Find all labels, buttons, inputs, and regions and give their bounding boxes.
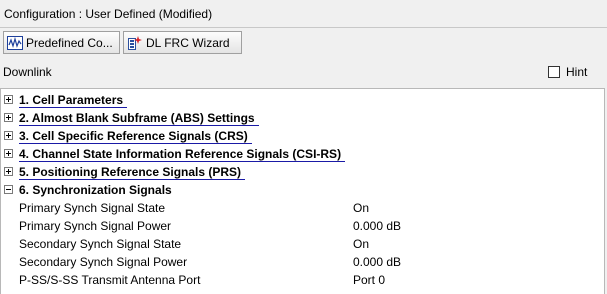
configuration-bar: Configuration : User Defined (Modified) bbox=[0, 0, 607, 28]
category-label: 1. Cell Parameters bbox=[19, 93, 128, 108]
property-name: Secondary Synch Signal Power bbox=[19, 255, 188, 269]
hint-toggle[interactable]: Hint bbox=[548, 65, 587, 79]
wizard-icon bbox=[127, 35, 143, 51]
dl-frc-wizard-label: DL FRC Wizard bbox=[146, 35, 230, 50]
property-grid: 1. Cell Parameters 2. Almost Blank Subfr… bbox=[0, 88, 605, 294]
collapse-icon[interactable] bbox=[4, 185, 13, 194]
property-name: Secondary Synch Signal State bbox=[19, 237, 182, 251]
category-label: 2. Almost Blank Subframe (ABS) Settings bbox=[19, 111, 259, 126]
downlink-label: Downlink bbox=[3, 65, 52, 79]
category-label: 5. Positioning Reference Signals (PRS) bbox=[19, 165, 246, 180]
configuration-title: Configuration : User Defined (Modified) bbox=[4, 7, 213, 21]
property-value[interactable]: Port 0 bbox=[353, 273, 385, 287]
property-value[interactable]: 0.000 dB bbox=[353, 255, 401, 269]
category-row-abs-settings[interactable]: 2. Almost Blank Subframe (ABS) Settings bbox=[1, 109, 604, 127]
property-value[interactable]: 0.000 dB bbox=[353, 219, 401, 233]
property-value[interactable]: On bbox=[353, 237, 369, 251]
property-row[interactable]: P-SS/S-SS Transmit Antenna Port Port 0 bbox=[1, 271, 604, 289]
waveform-icon bbox=[7, 35, 23, 51]
toolbar: Predefined Co... DL FRC Wizard bbox=[0, 30, 607, 56]
hint-label: Hint bbox=[566, 65, 588, 79]
property-name: P-SS/S-SS Transmit Antenna Port bbox=[19, 273, 201, 287]
expand-icon[interactable] bbox=[4, 149, 13, 158]
category-label: 6. Synchronization Signals bbox=[19, 183, 172, 197]
category-row-prs[interactable]: 5. Positioning Reference Signals (PRS) bbox=[1, 163, 604, 181]
expand-icon[interactable] bbox=[4, 167, 13, 176]
expand-icon[interactable] bbox=[4, 131, 13, 140]
property-row[interactable]: Primary Synch Signal State On bbox=[1, 199, 604, 217]
property-name: Primary Synch Signal State bbox=[19, 201, 166, 215]
property-row[interactable]: Secondary Synch Signal Power 0.000 dB bbox=[1, 253, 604, 271]
dl-frc-wizard-button[interactable]: DL FRC Wizard bbox=[123, 31, 242, 54]
category-label: 3. Cell Specific Reference Signals (CRS) bbox=[19, 129, 252, 144]
expand-icon[interactable] bbox=[4, 95, 13, 104]
category-label: 4. Channel State Information Reference S… bbox=[19, 147, 346, 162]
property-row[interactable]: Secondary Synch Signal State On bbox=[1, 235, 604, 253]
category-row-synchronization-signals[interactable]: 6. Synchronization Signals bbox=[1, 181, 604, 199]
property-value[interactable]: On bbox=[353, 201, 369, 215]
category-row-crs[interactable]: 3. Cell Specific Reference Signals (CRS) bbox=[1, 127, 604, 145]
panel-header: Downlink Hint bbox=[0, 60, 607, 84]
expand-icon[interactable] bbox=[4, 113, 13, 122]
property-row[interactable]: Primary Synch Signal Power 0.000 dB bbox=[1, 217, 604, 235]
category-row-cell-parameters[interactable]: 1. Cell Parameters bbox=[1, 91, 604, 109]
predefined-configuration-button[interactable]: Predefined Co... bbox=[3, 31, 120, 54]
property-name: Primary Synch Signal Power bbox=[19, 219, 172, 233]
category-row-csi-rs[interactable]: 4. Channel State Information Reference S… bbox=[1, 145, 604, 163]
predefined-configuration-label: Predefined Co... bbox=[26, 35, 113, 50]
hint-checkbox[interactable] bbox=[548, 66, 560, 78]
